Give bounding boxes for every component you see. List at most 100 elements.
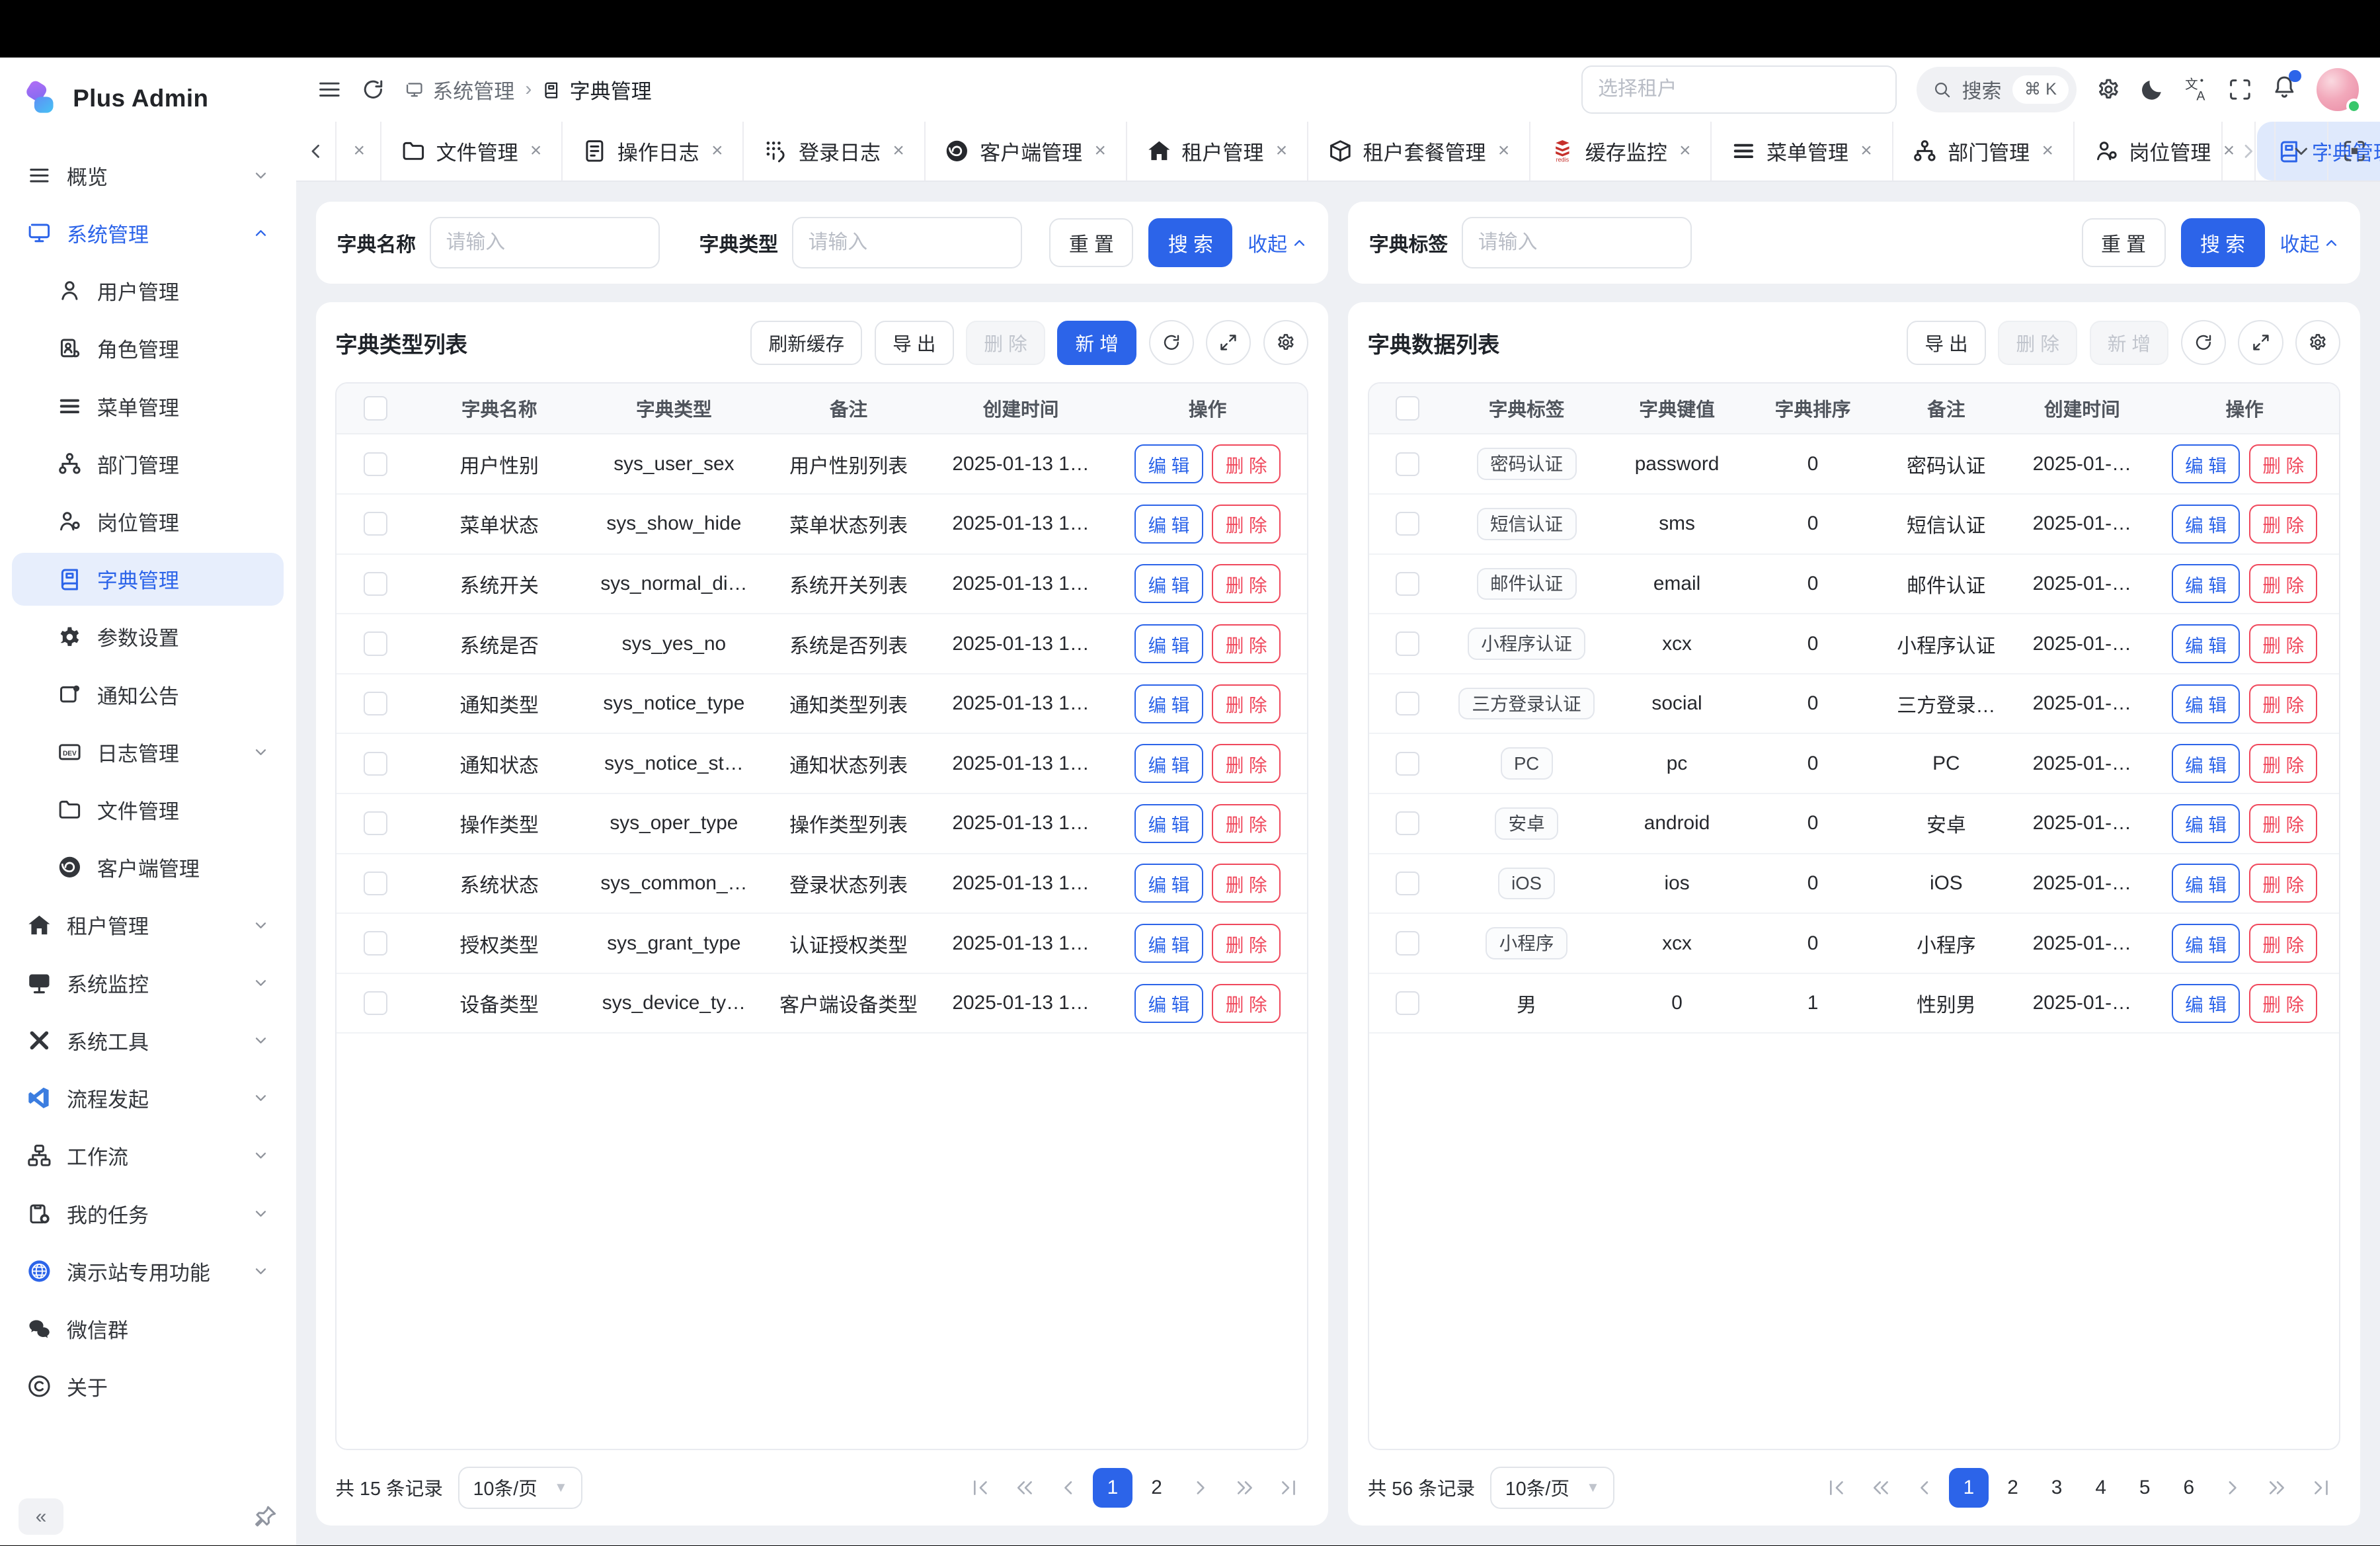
close-icon[interactable]: × <box>354 140 365 162</box>
delete-button[interactable]: 删 除 <box>1212 624 1280 663</box>
delete-button[interactable]: 删 除 <box>2249 444 2317 483</box>
sidebar-item-部门管理[interactable]: 部门管理 <box>12 437 284 490</box>
edit-button[interactable]: 编 辑 <box>2172 984 2240 1023</box>
delete-button[interactable]: 删 除 <box>2249 505 2317 544</box>
sidebar-item-租户管理[interactable]: 租户管理 <box>12 899 284 952</box>
sidebar-item-通知公告[interactable]: 通知公告 <box>12 668 284 721</box>
collapse-search-link[interactable]: 收起 <box>2280 228 2339 257</box>
delete-button[interactable]: 删 除 <box>2249 744 2317 783</box>
close-icon[interactable]: × <box>530 140 541 162</box>
hamburger-icon[interactable] <box>317 77 342 102</box>
sidebar-item-演示站专用功能[interactable]: 演示站专用功能 <box>12 1244 284 1297</box>
row-checkbox[interactable] <box>364 692 387 715</box>
reset-button[interactable]: 重 置 <box>2082 218 2166 266</box>
refresh-table-button[interactable] <box>2181 320 2226 365</box>
sidebar-item-字典管理[interactable]: 字典管理 <box>12 553 284 606</box>
delete-button[interactable]: 删 除 <box>2249 804 2317 843</box>
last-page-button[interactable] <box>2301 1468 2341 1508</box>
delete-button[interactable]: 删 除 <box>1212 984 1280 1023</box>
row-checkbox[interactable] <box>1396 512 1419 536</box>
sidebar-item-流程发起[interactable]: 流程发起 <box>12 1071 284 1124</box>
delete-button[interactable]: 删 除 <box>1212 924 1280 963</box>
global-search-button[interactable]: 搜索 ⌘ K <box>1917 67 2077 112</box>
row-checkbox[interactable] <box>364 572 387 596</box>
export-button[interactable]: 导 出 <box>875 321 954 365</box>
edit-button[interactable]: 编 辑 <box>1134 804 1203 843</box>
export-button[interactable]: 导 出 <box>1907 321 1986 365</box>
row-checkbox[interactable] <box>1396 452 1419 476</box>
next-page-button[interactable] <box>2213 1468 2252 1508</box>
tab-登录日志[interactable]: 登录日志× <box>744 122 925 181</box>
delete-button[interactable]: 删 除 <box>2249 624 2317 663</box>
expand-table-button[interactable] <box>1206 320 1251 365</box>
select-all-checkbox[interactable] <box>1396 396 1419 420</box>
sidebar-item-系统监控[interactable]: 系统监控 <box>12 956 284 1009</box>
table-settings-button[interactable] <box>1263 320 1308 365</box>
tabs-scroll-right-button[interactable] <box>2221 122 2274 181</box>
sidebar-item-客户端管理[interactable]: 客户端管理 <box>12 841 284 894</box>
edit-button[interactable]: 编 辑 <box>1134 444 1203 483</box>
search-button[interactable]: 搜 索 <box>2181 218 2265 266</box>
row-checkbox[interactable] <box>1396 991 1419 1015</box>
translate-icon[interactable]: 文A <box>2184 77 2209 102</box>
edit-button[interactable]: 编 辑 <box>2172 684 2240 723</box>
next-page-button[interactable] <box>1181 1468 1220 1508</box>
notifications-button[interactable] <box>2272 75 2297 105</box>
edit-button[interactable]: 编 辑 <box>2172 624 2240 663</box>
row-checkbox[interactable] <box>1396 692 1419 715</box>
tab-客户端管理[interactable]: 客户端管理× <box>926 122 1127 181</box>
sidebar-item-概览[interactable]: 概览 <box>12 149 284 202</box>
edit-button[interactable]: 编 辑 <box>1134 624 1203 663</box>
prev-5-pages-button[interactable] <box>1861 1468 1901 1508</box>
row-checkbox[interactable] <box>364 452 387 476</box>
dict-name-input[interactable] <box>430 217 660 268</box>
delete-button[interactable]: 删 除 <box>2249 684 2317 723</box>
edit-button[interactable]: 编 辑 <box>2172 505 2240 544</box>
close-icon[interactable]: × <box>1679 140 1690 162</box>
page-4-button[interactable]: 4 <box>2081 1468 2121 1508</box>
tabs-menu-button[interactable] <box>2274 122 2327 181</box>
row-checkbox[interactable] <box>1396 931 1419 955</box>
avatar[interactable] <box>2317 68 2359 110</box>
sidebar-item-菜单管理[interactable]: 菜单管理 <box>12 380 284 432</box>
page-2-button[interactable]: 2 <box>1137 1468 1177 1508</box>
page-5-button[interactable]: 5 <box>2125 1468 2164 1508</box>
close-icon[interactable]: × <box>1860 140 1872 162</box>
last-page-button[interactable] <box>1269 1468 1308 1508</box>
moon-icon[interactable] <box>2140 77 2164 102</box>
tab-partial[interactable]: × <box>337 122 381 181</box>
edit-button[interactable]: 编 辑 <box>1134 924 1203 963</box>
row-checkbox[interactable] <box>1396 872 1419 895</box>
delete-button[interactable]: 删 除 <box>1212 505 1280 544</box>
sidebar-item-岗位管理[interactable]: 岗位管理 <box>12 495 284 548</box>
collapse-search-link[interactable]: 收起 <box>1248 228 1306 257</box>
close-icon[interactable]: × <box>892 140 904 162</box>
page-size-select[interactable]: 10条/页▼ <box>458 1467 582 1509</box>
delete-button[interactable]: 删 除 <box>1212 864 1280 903</box>
tab-文件管理[interactable]: 文件管理× <box>381 122 563 181</box>
page-3-button[interactable]: 3 <box>2037 1468 2077 1508</box>
dict-label-input[interactable] <box>1462 217 1692 268</box>
row-checkbox[interactable] <box>364 991 387 1015</box>
tenant-select-input[interactable] <box>1581 65 1897 114</box>
expand-table-button[interactable] <box>2238 320 2283 365</box>
add-button[interactable]: 新 增 <box>1057 321 1136 365</box>
edit-button[interactable]: 编 辑 <box>2172 864 2240 903</box>
prev-page-button[interactable] <box>1905 1468 1945 1508</box>
tab-租户套餐管理[interactable]: 租户套餐管理× <box>1308 122 1530 181</box>
tabs-scroll-left-button[interactable] <box>296 122 337 181</box>
edit-button[interactable]: 编 辑 <box>1134 505 1203 544</box>
delete-button[interactable]: 删 除 <box>1998 321 2077 365</box>
logo-row[interactable]: Plus Admin <box>0 58 296 134</box>
sidebar-item-文件管理[interactable]: 文件管理 <box>12 783 284 836</box>
sidebar-item-工作流[interactable]: 工作流 <box>12 1129 284 1182</box>
select-all-checkbox[interactable] <box>364 396 387 420</box>
edit-button[interactable]: 编 辑 <box>1134 744 1203 783</box>
delete-button[interactable]: 删 除 <box>1212 744 1280 783</box>
sidebar-item-微信群[interactable]: 微信群 <box>12 1302 284 1355</box>
page-6-button[interactable]: 6 <box>2169 1468 2209 1508</box>
next-5-pages-button[interactable] <box>1225 1468 1265 1508</box>
add-button[interactable]: 新 增 <box>2090 321 2169 365</box>
prev-5-pages-button[interactable] <box>1005 1468 1045 1508</box>
refresh-icon[interactable] <box>361 77 385 102</box>
